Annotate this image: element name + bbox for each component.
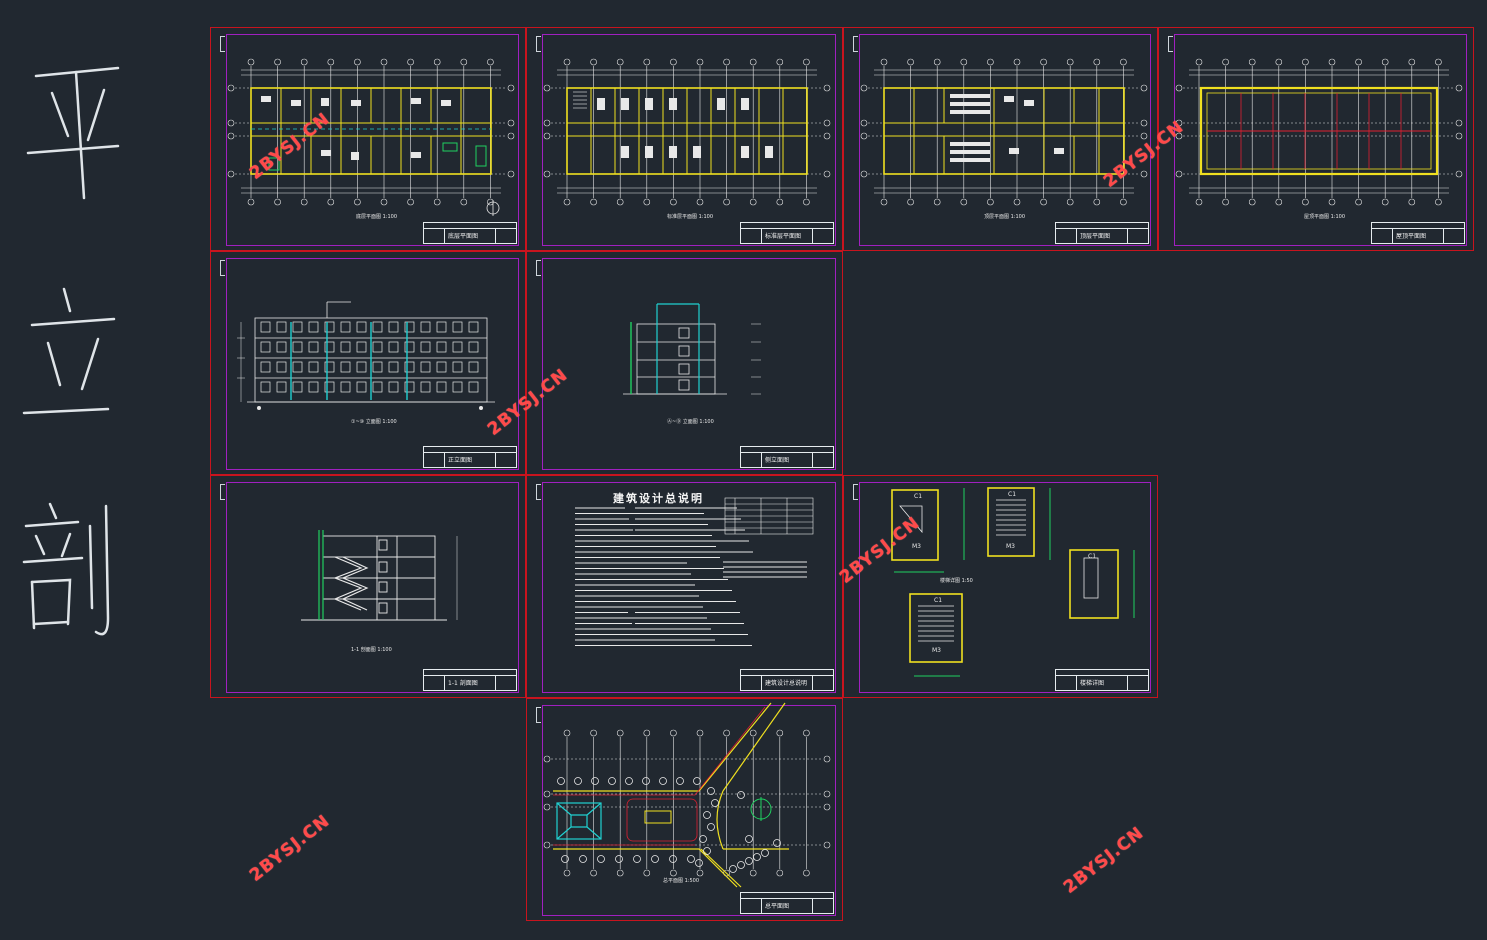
svg-text:C1: C1 bbox=[934, 597, 942, 604]
sheet-ground-floor-plan[interactable]: 底层平面图 1:100 底层平面图 bbox=[210, 27, 526, 251]
title-block: 顶层平面图 bbox=[1055, 222, 1149, 244]
sheet-caption: 1-1 剖面图 1:100 bbox=[351, 647, 392, 653]
sheet-caption: 顶层平面图 1:100 bbox=[984, 214, 1025, 220]
title-block: 总平面图 bbox=[740, 892, 834, 914]
title-block: 建筑设计总说明 bbox=[740, 669, 834, 691]
title-block: 侧立面图 bbox=[740, 446, 834, 468]
title-block-text: 侧立面图 bbox=[765, 457, 790, 464]
svg-text:M3: M3 bbox=[932, 647, 941, 654]
title-block-text: 正立面图 bbox=[448, 457, 473, 464]
sheet-section[interactable]: 1-1 剖面图 1:100 1-1 剖面图 bbox=[210, 475, 526, 698]
svg-text:C1: C1 bbox=[914, 493, 922, 500]
title-block-text: 标准层平面图 bbox=[765, 233, 802, 240]
sheet-caption: Ⓐ~Ⓓ 立面图 1:100 bbox=[667, 419, 714, 425]
title-block-text: 总平面图 bbox=[765, 903, 790, 910]
title-block-text: 顶层平面图 bbox=[1080, 233, 1111, 240]
sheet-caption: 总平面图 1:500 bbox=[663, 878, 699, 884]
sheet-caption: 标准层平面图 1:100 bbox=[667, 214, 713, 220]
title-block: 标准层平面图 bbox=[740, 222, 834, 244]
sheet-caption: 屋顶平面图 1:100 bbox=[1304, 214, 1345, 220]
sheet-front-elevation[interactable]: ①~⑩ 立面图 1:100 正立面图 bbox=[210, 251, 526, 475]
svg-text:M3: M3 bbox=[912, 543, 921, 550]
title-block-text: 楼梯详图 bbox=[1080, 680, 1105, 687]
title-block: 底层平面图 bbox=[423, 222, 517, 244]
sheet-caption: 底层平面图 1:100 bbox=[356, 214, 397, 220]
watermark: 2BYSJ.CN bbox=[1060, 822, 1148, 898]
sheet-standard-floor-plan[interactable]: 标准层平面图 1:100 标准层平面图 bbox=[526, 27, 843, 251]
sheet-site-plan[interactable]: 总平面图 1:500 总平面图 bbox=[526, 698, 843, 921]
sheet-caption: ①~⑩ 立面图 1:100 bbox=[351, 419, 397, 425]
svg-text:C1: C1 bbox=[1088, 553, 1096, 560]
watermark: 2BYSJ.CN bbox=[246, 810, 334, 886]
svg-text:C1: C1 bbox=[1008, 491, 1016, 498]
title-block: 正立面图 bbox=[423, 446, 517, 468]
sheet-design-notes[interactable]: 建筑设计总说明 建筑设计总说明 bbox=[526, 475, 843, 698]
title-block: 屋顶平面图 bbox=[1371, 222, 1465, 244]
sheet-caption: 楼梯详图 1:50 bbox=[940, 578, 973, 584]
title-block-text: 底层平面图 bbox=[448, 233, 479, 240]
sheet-top-floor-plan[interactable]: 顶层平面图 1:100 顶层平面图 bbox=[843, 27, 1158, 251]
title-block-text: 建筑设计总说明 bbox=[765, 680, 808, 687]
title-block-text: 屋顶平面图 bbox=[1396, 233, 1427, 240]
handwritten-pou: 剖 bbox=[20, 500, 120, 650]
handwritten-ping: 平 bbox=[22, 48, 122, 208]
title-block-text: 1-1 剖面图 bbox=[448, 680, 478, 687]
title-block: 楼梯详图 bbox=[1055, 669, 1149, 691]
svg-text:M3: M3 bbox=[1006, 543, 1015, 550]
sheet-stair-details[interactable]: C1 C1 C1 C1 M3 M3 M3 楼梯详图 1:50 楼梯详图 bbox=[843, 475, 1158, 698]
sheet-roof-plan[interactable]: 屋顶平面图 1:100 屋顶平面图 bbox=[1158, 27, 1474, 251]
handwritten-li: 立 bbox=[20, 285, 120, 425]
sheet-side-elevation[interactable]: Ⓐ~Ⓓ 立面图 1:100 侧立面图 bbox=[526, 251, 843, 475]
title-block: 1-1 剖面图 bbox=[423, 669, 517, 691]
